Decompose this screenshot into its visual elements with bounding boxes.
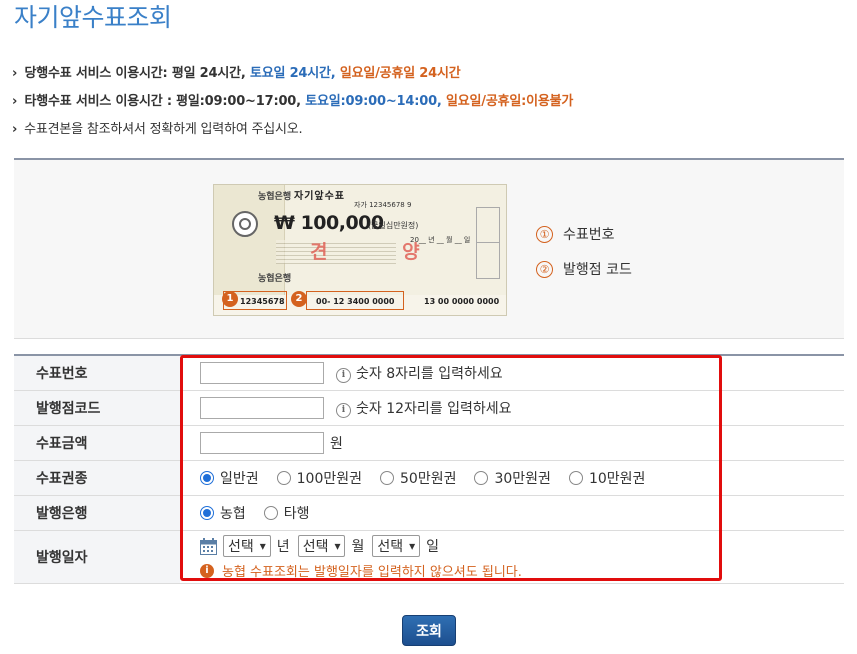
type-option-label: 10만원권 [588, 471, 646, 487]
check-bank-bottom: 농협은행 [258, 274, 292, 284]
check-type-label: 수표권종 [14, 461, 180, 495]
check-serial: 자가 12345678 9 [354, 201, 412, 209]
check-date: 20__ 년 __ 월 __ 일 [410, 236, 471, 244]
check-inquiry-form: 수표번호 i 숫자 8자리를 입력하세요 발행점코드 i 숫자 12자리를 입력하세… [14, 354, 844, 584]
bullet-mark: › [12, 122, 18, 137]
month-select[interactable]: 선택 ▾ [297, 535, 346, 557]
branch-code-hint-text: 숫자 12자리를 입력하세요 [356, 401, 512, 417]
date-warning-text: 농협 수표조회는 발행일자를 입력하지 않으셔도 됩니다. [222, 565, 522, 580]
legend-check-number: ① 수표번호 [536, 224, 615, 244]
warning-icon: i [200, 563, 214, 578]
radio-dot [200, 506, 214, 520]
legend-branch-code: ② 발행점 코드 [536, 259, 632, 279]
radio-type-1m[interactable]: 100만원권 [276, 468, 363, 488]
check-bank-top: 농협은행 [258, 192, 292, 202]
search-button[interactable]: 조회 [402, 615, 456, 646]
legend-num-1: ① [536, 226, 553, 243]
service-hours-own: › 당행수표 서비스 이용시간: 평일 24시간, 토요일 24시간, 일요일/… [12, 62, 461, 81]
row-amount: 수표금액 원 [14, 426, 844, 461]
legend-label-1: 수표번호 [563, 227, 615, 243]
other-service-saturday: 토요일:09:00~14:00, [305, 94, 442, 109]
branch-code-label: 발행점코드 [14, 391, 180, 425]
radio-dot [200, 471, 214, 485]
other-service-holiday: 일요일/공휴일:이용불가 [446, 94, 574, 109]
issuing-bank-label: 발행은행 [14, 496, 180, 530]
check-code-2: 00- 12 3400 0000 [316, 297, 395, 306]
check-code-1: 12345678 [240, 297, 285, 306]
check-code-3: 13 00 0000 0000 [424, 297, 500, 306]
check-number-hint: i 숫자 8자리를 입력하세요 [336, 363, 503, 383]
bank-option-label: 농협 [220, 506, 246, 522]
check-number-input[interactable] [200, 362, 324, 384]
radio-dot [276, 471, 291, 485]
radio-type-general[interactable]: 일반권 [200, 468, 259, 488]
check-sign-boxes [476, 207, 500, 279]
year-unit: 년 [276, 539, 290, 555]
info-icon: i [336, 403, 351, 418]
check-amount-words: (금일십만원정) [368, 221, 419, 230]
seal-icon [232, 211, 258, 237]
radio-bank-other[interactable]: 타행 [263, 503, 310, 523]
legend-num-2: ② [536, 261, 553, 278]
branch-code-input[interactable] [200, 397, 324, 419]
check-title: 자기앞수표 [294, 191, 345, 202]
bullet-mark: › [12, 66, 18, 81]
instruction-text: › 수표견본을 참조하셔서 정확하게 입력하여 주십시오. [12, 118, 303, 137]
check-sample-image: 농협은행 농협은행 자기앞수표 자가 12345678 9 ₩ 100,000 … [213, 184, 507, 316]
issue-date-label: 발행일자 [14, 531, 180, 583]
amount-input[interactable] [200, 432, 324, 454]
bullet-mark: › [12, 94, 18, 109]
day-select[interactable]: 선택 ▾ [372, 535, 421, 557]
own-service-saturday: 토요일 24시간, [249, 66, 336, 81]
chevron-down-icon: ▾ [334, 539, 341, 553]
type-option-label: 50만원권 [400, 471, 457, 487]
radio-type-500k[interactable]: 50만원권 [380, 468, 456, 488]
row-issuing-bank: 발행은행 농협 타행 [14, 496, 844, 531]
type-option-label: 30만원권 [494, 471, 551, 487]
chevron-down-icon: ▾ [259, 539, 266, 553]
other-service-label: 타행수표 서비스 이용시간 : 평일:09:00~17:00, [24, 94, 302, 109]
radio-bank-nonghyup[interactable]: 농협 [200, 503, 246, 523]
branch-code-hint: i 숫자 12자리를 입력하세요 [336, 398, 512, 418]
day-value: 선택 [377, 539, 404, 555]
info-icon: i [336, 368, 351, 383]
check-number-label: 수표번호 [14, 356, 180, 390]
page-title: 자기앞수표조회 [14, 3, 172, 32]
marker-2: 2 [291, 291, 307, 307]
service-hours-other: › 타행수표 서비스 이용시간 : 평일:09:00~17:00, 토요일:09… [12, 90, 573, 109]
radio-dot [263, 506, 278, 520]
radio-dot [568, 471, 583, 485]
own-service-holiday: 일요일/공휴일 24시간 [339, 66, 461, 81]
check-sample-panel: 농협은행 농협은행 자기앞수표 자가 12345678 9 ₩ 100,000 … [14, 158, 844, 339]
type-option-label: 100만원권 [296, 471, 363, 487]
radio-type-100k[interactable]: 10만원권 [568, 468, 646, 488]
check-number-hint-text: 숫자 8자리를 입력하세요 [356, 366, 503, 382]
row-issue-date: 발행일자 선택 ▾ 년 선택 ▾ 월 선택 ▾ 일 i 농협 수표조회는 발행일… [14, 531, 844, 584]
day-unit: 일 [426, 539, 440, 555]
amount-unit: 원 [330, 436, 343, 452]
radio-dot [380, 471, 395, 485]
chevron-down-icon: ▾ [409, 539, 416, 553]
type-option-label: 일반권 [220, 471, 259, 487]
radio-type-300k[interactable]: 30만원권 [474, 468, 551, 488]
own-service-label: 당행수표 서비스 이용시간: 평일 24시간, [24, 66, 246, 81]
year-value: 선택 [228, 539, 254, 555]
year-select[interactable]: 선택 ▾ [223, 535, 271, 557]
amount-label: 수표금액 [14, 426, 180, 460]
calendar-icon[interactable] [200, 537, 217, 555]
instruction-label: 수표견본을 참조하셔서 정확하게 입력하여 주십시오. [24, 122, 303, 137]
bank-option-label: 타행 [283, 506, 310, 522]
radio-dot [474, 471, 489, 485]
marker-1: 1 [222, 291, 238, 307]
month-value: 선택 [302, 539, 329, 555]
date-warning: i 농협 수표조회는 발행일자를 입력하지 않으셔도 됩니다. [200, 561, 522, 580]
row-branch-code: 발행점코드 i 숫자 12자리를 입력하세요 [14, 391, 844, 426]
month-unit: 월 [351, 539, 365, 555]
legend-label-2: 발행점 코드 [563, 262, 632, 278]
row-check-type: 수표권종 일반권 100만원권 50만원권 30만원권 10만원권 [14, 461, 844, 496]
row-check-number: 수표번호 i 숫자 8자리를 입력하세요 [14, 356, 844, 391]
